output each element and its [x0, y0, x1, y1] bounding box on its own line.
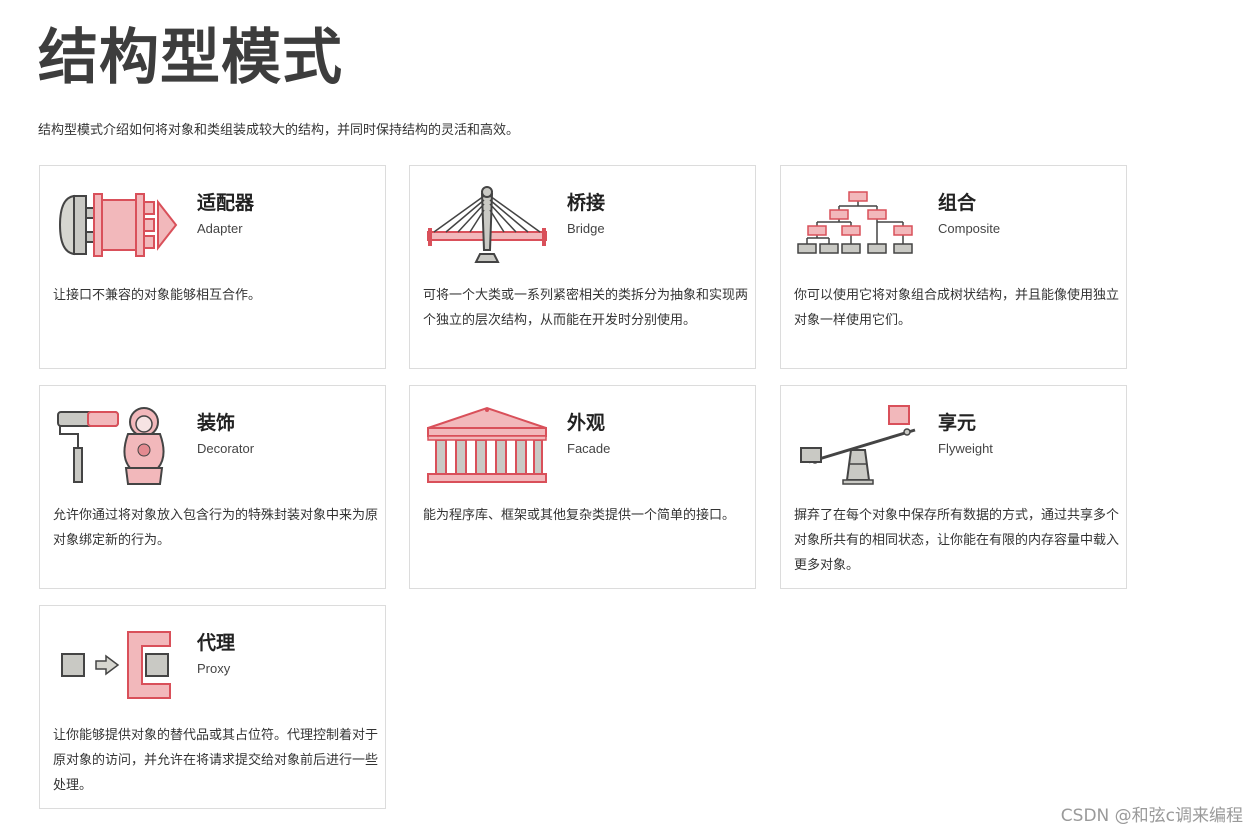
composite-tree-icon	[795, 184, 921, 266]
pattern-description: 摒弃了在每个对象中保存所有数据的方式，通过共享多个对象所共有的相同状态，让你能在…	[794, 508, 1120, 573]
pattern-name-en: Adapter	[197, 221, 243, 236]
pattern-name: 装饰	[197, 412, 236, 434]
pattern-name-en: Composite	[938, 221, 1001, 236]
watermark: CSDN @和弦c调来编程	[1060, 806, 1243, 826]
pattern-card-composite[interactable]: 组合 Composite 你可以使用它将对象组合成树状结构，并且能像使用独立对象…	[780, 165, 1127, 369]
pattern-name: 桥接	[567, 192, 606, 214]
pattern-name: 组合	[938, 192, 977, 214]
adapter-icon	[54, 184, 180, 266]
facade-building-icon	[424, 404, 550, 486]
pattern-name: 代理	[197, 632, 236, 654]
pattern-card-facade[interactable]: 外观 Facade 能为程序库、框架或其他复杂类提供一个简单的接口。	[409, 385, 756, 589]
pattern-name-en: Bridge	[567, 221, 605, 236]
proxy-icon	[54, 624, 180, 706]
pattern-description: 能为程序库、框架或其他复杂类提供一个简单的接口。	[423, 508, 736, 523]
pattern-card-adapter[interactable]: 适配器 Adapter 让接口不兼容的对象能够相互合作。	[39, 165, 386, 369]
pattern-name-en: Facade	[567, 441, 611, 456]
intro-text: 结构型模式介绍如何将对象和类组装成较大的结构，并同时保持结构的灵活和高效。	[38, 123, 520, 138]
pattern-description: 让接口不兼容的对象能够相互合作。	[53, 288, 262, 303]
bridge-icon	[424, 184, 550, 266]
page-title: 结构型模式	[38, 23, 343, 93]
pattern-name-en: Proxy	[197, 661, 231, 676]
pattern-card-proxy[interactable]: 代理 Proxy 让你能够提供对象的替代品或其占位符。代理控制着对于原对象的访问…	[39, 605, 386, 809]
decorator-icon	[54, 404, 180, 486]
pattern-name: 享元	[938, 412, 977, 434]
pattern-card-flyweight[interactable]: 享元 Flyweight 摒弃了在每个对象中保存所有数据的方式，通过共享多个对象…	[780, 385, 1127, 589]
flyweight-seesaw-icon	[795, 404, 921, 486]
pattern-description: 可将一个大类或一系列紧密相关的类拆分为抽象和实现两个独立的层次结构，从而能在开发…	[423, 288, 749, 328]
pattern-name: 适配器	[197, 192, 255, 214]
pattern-description: 让你能够提供对象的替代品或其占位符。代理控制着对于原对象的访问，并允许在将请求提…	[53, 728, 379, 793]
pattern-description: 允许你通过将对象放入包含行为的特殊封装对象中来为原对象绑定新的行为。	[53, 508, 379, 548]
pattern-card-bridge[interactable]: 桥接 Bridge 可将一个大类或一系列紧密相关的类拆分为抽象和实现两个独立的层…	[409, 165, 756, 369]
pattern-card-decorator[interactable]: 装饰 Decorator 允许你通过将对象放入包含行为的特殊封装对象中来为原对象…	[39, 385, 386, 589]
pattern-name: 外观	[567, 412, 606, 434]
pattern-name-en: Flyweight	[938, 441, 993, 456]
pattern-name-en: Decorator	[197, 441, 255, 456]
pattern-description: 你可以使用它将对象组合成树状结构，并且能像使用独立对象一样使用它们。	[794, 288, 1120, 328]
